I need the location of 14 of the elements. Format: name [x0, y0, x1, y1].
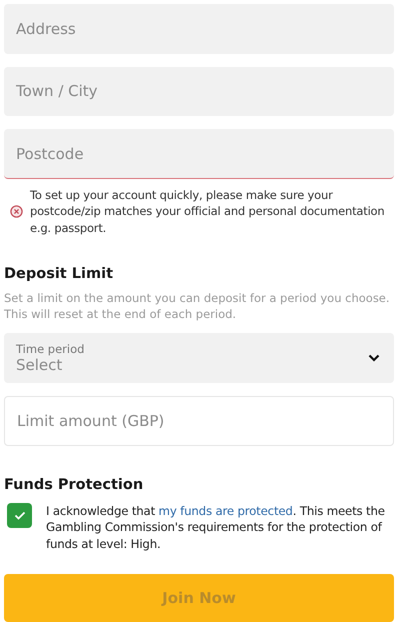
- input-field[interactable]: Postcode: [4, 129, 394, 179]
- input-field[interactable]: Address: [4, 4, 394, 54]
- section-heading: Deposit Limit: [4, 266, 114, 282]
- funds-protected-link[interactable]: my funds are protected: [158, 504, 293, 518]
- error-icon: [10, 205, 23, 218]
- time-period-select[interactable]: Time period Select: [4, 333, 394, 384]
- acknowledgement-text: I acknowledge that my funds are protected. This meets the Gambling Commission's requirements for the protection of funds at level: High.: [46, 502, 386, 552]
- check-icon: [14, 510, 26, 520]
- checkbox[interactable]: [7, 502, 32, 528]
- chevron-down-icon: [368, 354, 380, 362]
- error-message: To set up your account quickly, please make sure your postcode/zip matches your official and personal documentation e.g. passport.: [30, 186, 386, 236]
- section-heading: Funds Protection: [4, 476, 144, 493]
- input-field[interactable]: Town / City: [4, 66, 394, 116]
- section-description: Set a limit on the amount you can deposit for a period you choose. This will reset at the end of each period.: [4, 290, 391, 322]
